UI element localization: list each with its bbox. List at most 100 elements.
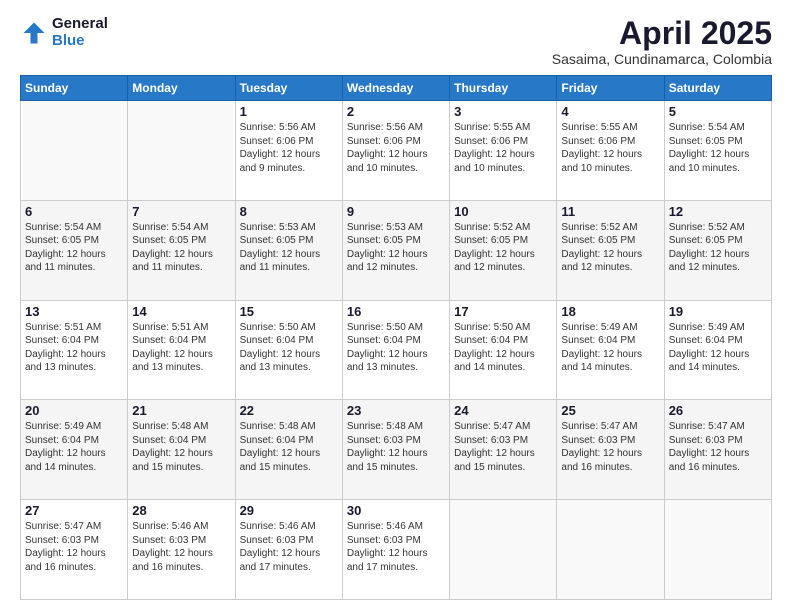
calendar-cell: 2 Sunrise: 5:56 AMSunset: 6:06 PMDaylight… bbox=[342, 101, 449, 201]
page: General Blue April 2025 Sasaima, Cundina… bbox=[0, 0, 792, 612]
calendar-header-row: SundayMondayTuesdayWednesdayThursdayFrid… bbox=[21, 76, 772, 101]
calendar-table: SundayMondayTuesdayWednesdayThursdayFrid… bbox=[20, 75, 772, 600]
calendar-week-3: 13 Sunrise: 5:51 AMSunset: 6:04 PMDayligh… bbox=[21, 300, 772, 400]
weekday-header-saturday: Saturday bbox=[664, 76, 771, 101]
cell-daylight-info: Sunrise: 5:52 AMSunset: 6:05 PMDaylight:… bbox=[561, 221, 659, 275]
day-number: 2 bbox=[347, 104, 445, 119]
day-number: 14 bbox=[132, 304, 230, 319]
cell-daylight-info: Sunrise: 5:56 AMSunset: 6:06 PMDaylight:… bbox=[240, 121, 338, 175]
day-number: 5 bbox=[669, 104, 767, 119]
cell-daylight-info: Sunrise: 5:52 AMSunset: 6:05 PMDaylight:… bbox=[669, 221, 767, 275]
calendar-cell: 9 Sunrise: 5:53 AMSunset: 6:05 PMDaylight… bbox=[342, 200, 449, 300]
calendar-cell: 16 Sunrise: 5:50 AMSunset: 6:04 PMDayligh… bbox=[342, 300, 449, 400]
day-number: 8 bbox=[240, 204, 338, 219]
day-number: 1 bbox=[240, 104, 338, 119]
calendar-cell: 7 Sunrise: 5:54 AMSunset: 6:05 PMDaylight… bbox=[128, 200, 235, 300]
cell-daylight-info: Sunrise: 5:50 AMSunset: 6:04 PMDaylight:… bbox=[347, 321, 445, 375]
cell-daylight-info: Sunrise: 5:54 AMSunset: 6:05 PMDaylight:… bbox=[25, 221, 123, 275]
calendar-week-5: 27Sunrise: 5:47 AMSunset: 6:03 PMDayligh… bbox=[21, 500, 772, 600]
cell-daylight-info: Sunrise: 5:48 AMSunset: 6:03 PMDaylight:… bbox=[347, 420, 445, 474]
weekday-header-sunday: Sunday bbox=[21, 76, 128, 101]
cell-daylight-info: Sunrise: 5:46 AMSunset: 6:03 PMDaylight:… bbox=[347, 520, 445, 574]
weekday-header-friday: Friday bbox=[557, 76, 664, 101]
title-block: April 2025 Sasaima, Cundinamarca, Colomb… bbox=[552, 16, 772, 67]
logo-blue: Blue bbox=[52, 33, 108, 50]
day-number: 10 bbox=[454, 204, 552, 219]
cell-daylight-info: Sunrise: 5:55 AMSunset: 6:06 PMDaylight:… bbox=[454, 121, 552, 175]
calendar-cell: 1 Sunrise: 5:56 AMSunset: 6:06 PMDaylight… bbox=[235, 101, 342, 201]
day-number: 25 bbox=[561, 403, 659, 418]
calendar-cell: 26 Sunrise: 5:47 AMSunset: 6:03 PMDayligh… bbox=[664, 400, 771, 500]
day-number: 26 bbox=[669, 403, 767, 418]
day-number: 6 bbox=[25, 204, 123, 219]
cell-daylight-info: Sunrise: 5:48 AMSunset: 6:04 PMDaylight:… bbox=[240, 420, 338, 474]
calendar-cell: 21 Sunrise: 5:48 AMSunset: 6:04 PMDayligh… bbox=[128, 400, 235, 500]
cell-daylight-info: Sunrise: 5:47 AMSunset: 6:03 PMDaylight:… bbox=[454, 420, 552, 474]
day-number: 19 bbox=[669, 304, 767, 319]
logo-general: General bbox=[52, 16, 108, 33]
cell-daylight-info: Sunrise: 5:48 AMSunset: 6:04 PMDaylight:… bbox=[132, 420, 230, 474]
cell-daylight-info: Sunrise: 5:53 AMSunset: 6:05 PMDaylight:… bbox=[240, 221, 338, 275]
calendar-cell bbox=[450, 500, 557, 600]
cell-daylight-info: Sunrise: 5:56 AMSunset: 6:06 PMDaylight:… bbox=[347, 121, 445, 175]
cell-daylight-info: Sunrise: 5:47 AMSunset: 6:03 PMDaylight:… bbox=[669, 420, 767, 474]
calendar-cell: 4Sunrise: 5:55 AMSunset: 6:06 PMDaylight… bbox=[557, 101, 664, 201]
day-number: 23 bbox=[347, 403, 445, 418]
calendar-cell: 17 Sunrise: 5:50 AMSunset: 6:04 PMDayligh… bbox=[450, 300, 557, 400]
location-subtitle: Sasaima, Cundinamarca, Colombia bbox=[552, 51, 772, 67]
day-number: 22 bbox=[240, 403, 338, 418]
calendar-cell: 11 Sunrise: 5:52 AMSunset: 6:05 PMDayligh… bbox=[557, 200, 664, 300]
calendar-cell: 20Sunrise: 5:49 AMSunset: 6:04 PMDayligh… bbox=[21, 400, 128, 500]
cell-daylight-info: Sunrise: 5:54 AMSunset: 6:05 PMDaylight:… bbox=[132, 221, 230, 275]
calendar-cell bbox=[557, 500, 664, 600]
cell-daylight-info: Sunrise: 5:47 AMSunset: 6:03 PMDaylight:… bbox=[25, 520, 123, 574]
day-number: 11 bbox=[561, 204, 659, 219]
cell-daylight-info: Sunrise: 5:50 AMSunset: 6:04 PMDaylight:… bbox=[240, 321, 338, 375]
day-number: 30 bbox=[347, 503, 445, 518]
calendar-cell: 15Sunrise: 5:50 AMSunset: 6:04 PMDayligh… bbox=[235, 300, 342, 400]
cell-daylight-info: Sunrise: 5:51 AMSunset: 6:04 PMDaylight:… bbox=[25, 321, 123, 375]
calendar-cell: 27Sunrise: 5:47 AMSunset: 6:03 PMDayligh… bbox=[21, 500, 128, 600]
logo-text: General Blue bbox=[52, 16, 108, 49]
weekday-header-thursday: Thursday bbox=[450, 76, 557, 101]
day-number: 3 bbox=[454, 104, 552, 119]
cell-daylight-info: Sunrise: 5:46 AMSunset: 6:03 PMDaylight:… bbox=[240, 520, 338, 574]
calendar-week-1: 1 Sunrise: 5:56 AMSunset: 6:06 PMDaylight… bbox=[21, 101, 772, 201]
calendar-cell: 28Sunrise: 5:46 AMSunset: 6:03 PMDayligh… bbox=[128, 500, 235, 600]
calendar-cell: 8 Sunrise: 5:53 AMSunset: 6:05 PMDaylight… bbox=[235, 200, 342, 300]
weekday-header-tuesday: Tuesday bbox=[235, 76, 342, 101]
cell-daylight-info: Sunrise: 5:47 AMSunset: 6:03 PMDaylight:… bbox=[561, 420, 659, 474]
calendar-cell: 13 Sunrise: 5:51 AMSunset: 6:04 PMDayligh… bbox=[21, 300, 128, 400]
day-number: 7 bbox=[132, 204, 230, 219]
calendar-cell: 29Sunrise: 5:46 AMSunset: 6:03 PMDayligh… bbox=[235, 500, 342, 600]
cell-daylight-info: Sunrise: 5:54 AMSunset: 6:05 PMDaylight:… bbox=[669, 121, 767, 175]
calendar-cell: 25 Sunrise: 5:47 AMSunset: 6:03 PMDayligh… bbox=[557, 400, 664, 500]
calendar-cell: 14 Sunrise: 5:51 AMSunset: 6:04 PMDayligh… bbox=[128, 300, 235, 400]
day-number: 12 bbox=[669, 204, 767, 219]
logo: General Blue bbox=[20, 16, 108, 49]
calendar-week-4: 20Sunrise: 5:49 AMSunset: 6:04 PMDayligh… bbox=[21, 400, 772, 500]
day-number: 21 bbox=[132, 403, 230, 418]
calendar-cell: 12 Sunrise: 5:52 AMSunset: 6:05 PMDayligh… bbox=[664, 200, 771, 300]
calendar-cell: 6 Sunrise: 5:54 AMSunset: 6:05 PMDaylight… bbox=[21, 200, 128, 300]
day-number: 28 bbox=[132, 503, 230, 518]
calendar-cell bbox=[21, 101, 128, 201]
calendar-cell: 10 Sunrise: 5:52 AMSunset: 6:05 PMDayligh… bbox=[450, 200, 557, 300]
calendar-cell: 19Sunrise: 5:49 AMSunset: 6:04 PMDayligh… bbox=[664, 300, 771, 400]
calendar-cell: 18 Sunrise: 5:49 AMSunset: 6:04 PMDayligh… bbox=[557, 300, 664, 400]
day-number: 17 bbox=[454, 304, 552, 319]
day-number: 20 bbox=[25, 403, 123, 418]
calendar-cell bbox=[664, 500, 771, 600]
day-number: 13 bbox=[25, 304, 123, 319]
day-number: 4 bbox=[561, 104, 659, 119]
day-number: 18 bbox=[561, 304, 659, 319]
cell-daylight-info: Sunrise: 5:53 AMSunset: 6:05 PMDaylight:… bbox=[347, 221, 445, 275]
cell-daylight-info: Sunrise: 5:51 AMSunset: 6:04 PMDaylight:… bbox=[132, 321, 230, 375]
calendar-cell: 22 Sunrise: 5:48 AMSunset: 6:04 PMDayligh… bbox=[235, 400, 342, 500]
calendar-cell: 3 Sunrise: 5:55 AMSunset: 6:06 PMDaylight… bbox=[450, 101, 557, 201]
day-number: 16 bbox=[347, 304, 445, 319]
cell-daylight-info: Sunrise: 5:49 AMSunset: 6:04 PMDaylight:… bbox=[561, 321, 659, 375]
cell-daylight-info: Sunrise: 5:52 AMSunset: 6:05 PMDaylight:… bbox=[454, 221, 552, 275]
cell-daylight-info: Sunrise: 5:50 AMSunset: 6:04 PMDaylight:… bbox=[454, 321, 552, 375]
day-number: 9 bbox=[347, 204, 445, 219]
